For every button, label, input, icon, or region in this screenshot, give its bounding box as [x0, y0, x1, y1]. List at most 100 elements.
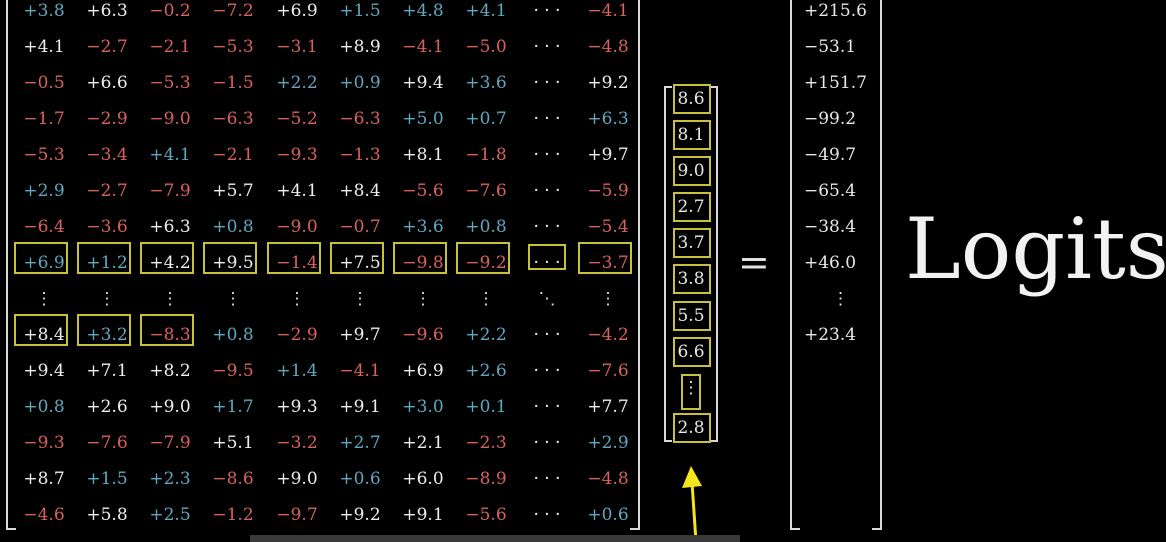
matrix-cell: −1.3 [339, 145, 381, 165]
matrix-cell: · · · [533, 469, 561, 489]
matrix-cell: −3.4 [86, 145, 128, 165]
matrix-cell: +4.1 [276, 181, 318, 201]
matrix-cell: −5.9 [587, 181, 629, 201]
matrix-cell: −9.5 [212, 361, 254, 381]
matrix-cell: · · · [533, 217, 561, 237]
matrix-cell: −5.3 [212, 37, 254, 57]
highlight-box [14, 314, 68, 346]
matrix-cell: +6.3 [587, 109, 629, 129]
matrix-cell: +9.7 [339, 325, 381, 345]
matrix-cell: −9.0 [276, 217, 318, 237]
vector-right-bracket [710, 86, 718, 442]
matrix-cell: −7.9 [149, 433, 191, 453]
result-cell: −99.2 [804, 109, 857, 129]
matrix-cell: −0.7 [339, 217, 381, 237]
matrix-cell: +2.1 [402, 433, 444, 453]
vector-highlight-box [673, 192, 711, 222]
matrix-cell: +8.4 [339, 181, 381, 201]
matrix-cell: −2.7 [86, 37, 128, 57]
matrix-cell: +2.5 [149, 505, 191, 525]
matrix-cell: −2.1 [212, 145, 254, 165]
matrix-cell: +1.5 [339, 1, 381, 21]
matrix-cell: +2.6 [465, 361, 507, 381]
highlight-box [528, 244, 566, 270]
matrix-cell: −8.9 [465, 469, 507, 489]
matrix-cell: +3.8 [23, 1, 65, 21]
matrix-cell: +9.2 [587, 73, 629, 93]
matrix-cell: +9.4 [402, 73, 444, 93]
matrix-cell: +8.7 [23, 469, 65, 489]
result-cell: +46.0 [804, 253, 857, 273]
matrix-cell: · · · [533, 1, 561, 21]
arrow-shaft [690, 481, 698, 542]
matrix-cell: −0.5 [23, 73, 65, 93]
matrix-cell: · · · [533, 181, 561, 201]
result-right-bracket [872, 0, 882, 530]
result-cell: −65.4 [804, 181, 857, 201]
matrix-cell: +9.4 [23, 361, 65, 381]
matrix-cell: ⋮ [98, 289, 116, 309]
result-left-bracket [790, 0, 800, 530]
matrix-cell: −3.6 [86, 217, 128, 237]
matrix-cell: +7.1 [86, 361, 128, 381]
matrix-cell: +0.8 [465, 217, 507, 237]
result-cell: −53.1 [804, 37, 857, 57]
matrix-cell: −1.5 [212, 73, 254, 93]
matrix-cell: +6.0 [402, 469, 444, 489]
matrix-cell: −3.2 [276, 433, 318, 453]
arrow-head [682, 466, 702, 488]
matrix-cell: ⋮ [288, 289, 306, 309]
matrix-cell: +0.6 [587, 505, 629, 525]
matrix-cell: +0.1 [465, 397, 507, 417]
highlight-box [203, 242, 257, 274]
matrix-cell: +1.7 [212, 397, 254, 417]
matrix-cell: −2.1 [149, 37, 191, 57]
matrix-cell: · · · [533, 433, 561, 453]
highlight-box [140, 314, 194, 346]
matrix-cell: +8.1 [402, 145, 444, 165]
matrix-cell: ⋮ [599, 289, 617, 309]
matrix-cell: +4.8 [402, 1, 444, 21]
matrix-cell: −6.3 [212, 109, 254, 129]
matrix-cell: −6.3 [339, 109, 381, 129]
matrix-cell: ⋮ [224, 289, 242, 309]
result-cell: +215.6 [804, 1, 867, 21]
highlight-box [14, 242, 68, 274]
vector-highlight-box [673, 337, 711, 367]
result-cell: −49.7 [804, 145, 857, 165]
matrix-cell: +0.8 [212, 217, 254, 237]
matrix-cell: ⋮ [477, 289, 495, 309]
matrix-cell: −6.4 [23, 217, 65, 237]
matrix-cell: −7.6 [587, 361, 629, 381]
matrix-cell: −2.3 [465, 433, 507, 453]
matrix-cell: −9.0 [149, 109, 191, 129]
matrix-cell: +2.9 [587, 433, 629, 453]
highlight-box [393, 242, 447, 274]
result-cell: +151.7 [804, 73, 867, 93]
result-cell: ⋮ [832, 289, 849, 309]
vector-highlight-box [673, 156, 711, 186]
matrix-cell: −1.7 [23, 109, 65, 129]
matrix-cell: · · · [533, 109, 561, 129]
matrix-cell: −3.1 [276, 37, 318, 57]
matrix-cell: · · · [533, 397, 561, 417]
matrix-cell: −4.8 [587, 469, 629, 489]
matrix-cell: +8.9 [339, 37, 381, 57]
matrix-cell: −4.8 [587, 37, 629, 57]
matrix-cell: −8.6 [212, 469, 254, 489]
matrix-cell: +5.8 [86, 505, 128, 525]
vector-highlight-box [673, 120, 711, 150]
matrix-cell: −9.7 [276, 505, 318, 525]
bottom-bar [250, 535, 740, 542]
result-cell: +23.4 [804, 325, 857, 345]
matrix-cell: +9.1 [339, 397, 381, 417]
matrix-cell: −1.2 [212, 505, 254, 525]
matrix-cell: −5.3 [149, 73, 191, 93]
matrix-cell: · · · [533, 325, 561, 345]
equals-sign: = [738, 240, 770, 284]
matrix-cell: ⋮ [35, 289, 53, 309]
matrix-cell: −2.9 [86, 109, 128, 129]
arrow-icon [682, 466, 702, 542]
matrix-cell: −7.6 [86, 433, 128, 453]
matrix-cell: −2.7 [86, 181, 128, 201]
